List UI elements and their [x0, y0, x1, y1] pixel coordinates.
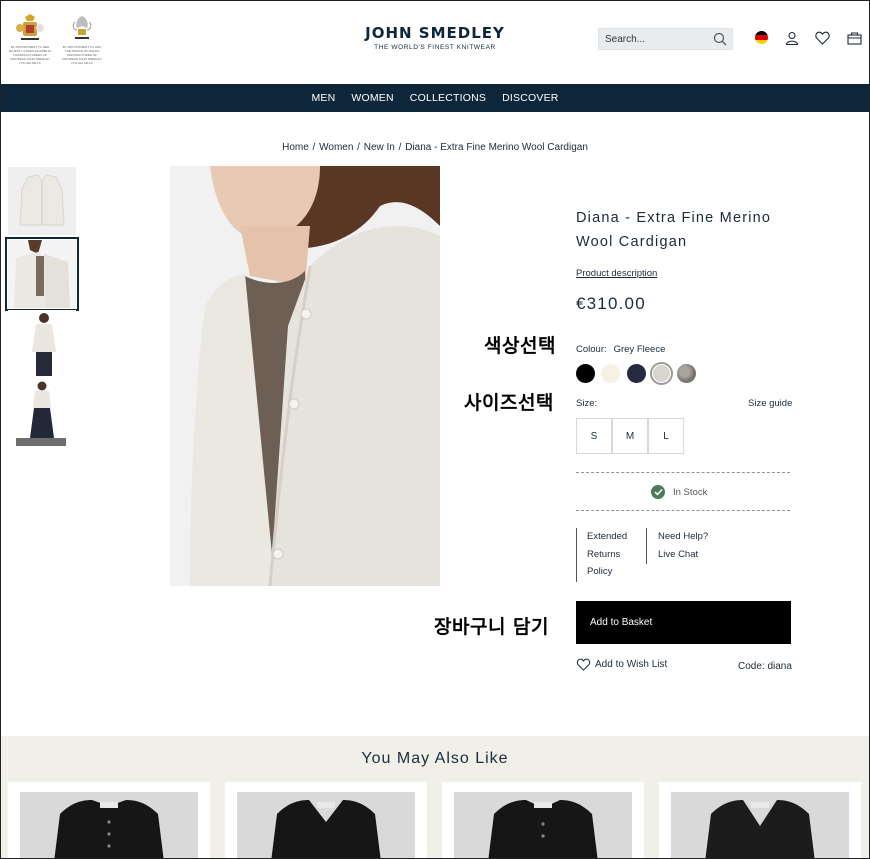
product-thumbnail-2[interactable]: [5, 237, 79, 311]
recommendations-title: You May Also Like: [361, 750, 509, 767]
nav-collections[interactable]: COLLECTIONS: [410, 92, 486, 104]
size-s-button[interactable]: S: [576, 418, 612, 454]
wishlist-text: Add to Wish List: [595, 659, 668, 670]
help-section: Need Help? Live Chat: [646, 528, 708, 564]
breadcrumb-home[interactable]: Home: [282, 142, 309, 153]
swatch-grey-melange[interactable]: [677, 364, 696, 383]
size-l-button[interactable]: L: [648, 418, 684, 454]
breadcrumb: Home / Women / New In / Diana - Extra Fi…: [282, 142, 588, 153]
size-guide-link[interactable]: Size guide: [748, 398, 792, 409]
policy-line-2: Returns: [587, 548, 621, 560]
colour-value: Grey Fleece: [613, 344, 666, 355]
search-input[interactable]: [605, 33, 710, 45]
recommendation-card-4[interactable]: [659, 782, 861, 859]
colour-label-text: Colour:: [576, 344, 607, 355]
nav-men[interactable]: MEN: [311, 92, 335, 104]
annotation-size-select: 사이즈선택: [464, 392, 554, 414]
divider-top: [576, 472, 790, 473]
breadcrumb-current: Diana - Extra Fine Merino Wool Cardigan: [405, 142, 588, 153]
returns-policy-link[interactable]: Extended Returns Policy: [576, 528, 646, 582]
stock-status: In Stock: [651, 485, 707, 499]
recommendation-card-3[interactable]: [442, 782, 644, 859]
product-title: Diana - Extra Fine Merino Wool Cardigan: [576, 210, 772, 250]
swatch-navy[interactable]: [627, 364, 646, 383]
swatch-cream[interactable]: [601, 364, 620, 383]
product-description-link[interactable]: Product description: [576, 268, 657, 279]
nav-discover[interactable]: DISCOVER: [502, 92, 558, 104]
germany-flag-icon[interactable]: [755, 31, 768, 44]
product-thumbnail-3[interactable]: [8, 310, 76, 378]
product-thumbnail-4[interactable]: [8, 380, 76, 448]
colour-label: Colour: Grey Fleece: [576, 344, 665, 355]
wishlist-heart-small-icon: [576, 658, 591, 671]
crest-1-text: BY APPOINTMENT TO HER MAJESTY QUEEN ELIZ…: [8, 45, 52, 65]
policy-line-1: Extended: [587, 531, 628, 542]
royal-warrant-crest-1: BY APPOINTMENT TO HER MAJESTY QUEEN ELIZ…: [8, 14, 52, 65]
brand-tagline: THE WORLD'S FINEST KNITWEAR: [374, 44, 496, 51]
main-product-image[interactable]: [170, 166, 440, 586]
annotation-add-to-basket: 장바구니 담기: [434, 616, 549, 638]
size-label: Size:: [576, 398, 598, 409]
need-help-label: Need Help?: [658, 531, 709, 542]
crest-2-text: BY APPOINTMENT TO HRH THE PRINCE OF WALE…: [61, 45, 102, 65]
account-icon[interactable]: [785, 31, 799, 50]
brand-name: JOHN SMEDLEY: [365, 24, 505, 42]
stock-text: In Stock: [673, 486, 708, 498]
swatch-black[interactable]: [576, 364, 595, 383]
search-icon[interactable]: [713, 32, 727, 51]
site-header: BY APPOINTMENT TO HER MAJESTY QUEEN ELIZ…: [0, 0, 870, 84]
wishlist-heart-icon[interactable]: [815, 31, 830, 50]
live-chat-link[interactable]: Live Chat: [658, 546, 708, 564]
swatch-grey-fleece-selected[interactable]: [652, 364, 671, 383]
basket-icon[interactable]: [847, 31, 862, 50]
policy-line-3: Policy: [587, 566, 613, 577]
size-m-button[interactable]: M: [612, 418, 648, 454]
check-icon: [651, 485, 665, 499]
product-price: €310.00: [576, 294, 646, 313]
royal-warrant-crest-2: BY APPOINTMENT TO HRH THE PRINCE OF WALE…: [60, 14, 104, 65]
divider-bottom: [576, 510, 790, 511]
product-code: Code: diana: [738, 661, 792, 672]
recommendations-section: You May Also Like: [0, 736, 870, 859]
breadcrumb-new-in[interactable]: New In: [364, 142, 395, 153]
product-thumbnail-1[interactable]: [8, 167, 76, 235]
main-nav: MEN WOMEN COLLECTIONS DISCOVER: [0, 84, 870, 112]
recommendation-card-1[interactable]: [8, 782, 210, 859]
add-to-basket-button[interactable]: Add to Basket: [576, 601, 791, 644]
search-box[interactable]: [598, 28, 733, 50]
nav-women[interactable]: WOMEN: [351, 92, 393, 104]
add-to-wishlist-link[interactable]: Add to Wish List: [576, 658, 667, 671]
recommendation-card-2[interactable]: [225, 782, 427, 859]
annotation-colour-select: 색상선택: [484, 335, 556, 357]
brand-logo[interactable]: JOHN SMEDLEY THE WORLD'S FINEST KNITWEAR: [335, 24, 535, 51]
breadcrumb-women[interactable]: Women: [319, 142, 353, 153]
